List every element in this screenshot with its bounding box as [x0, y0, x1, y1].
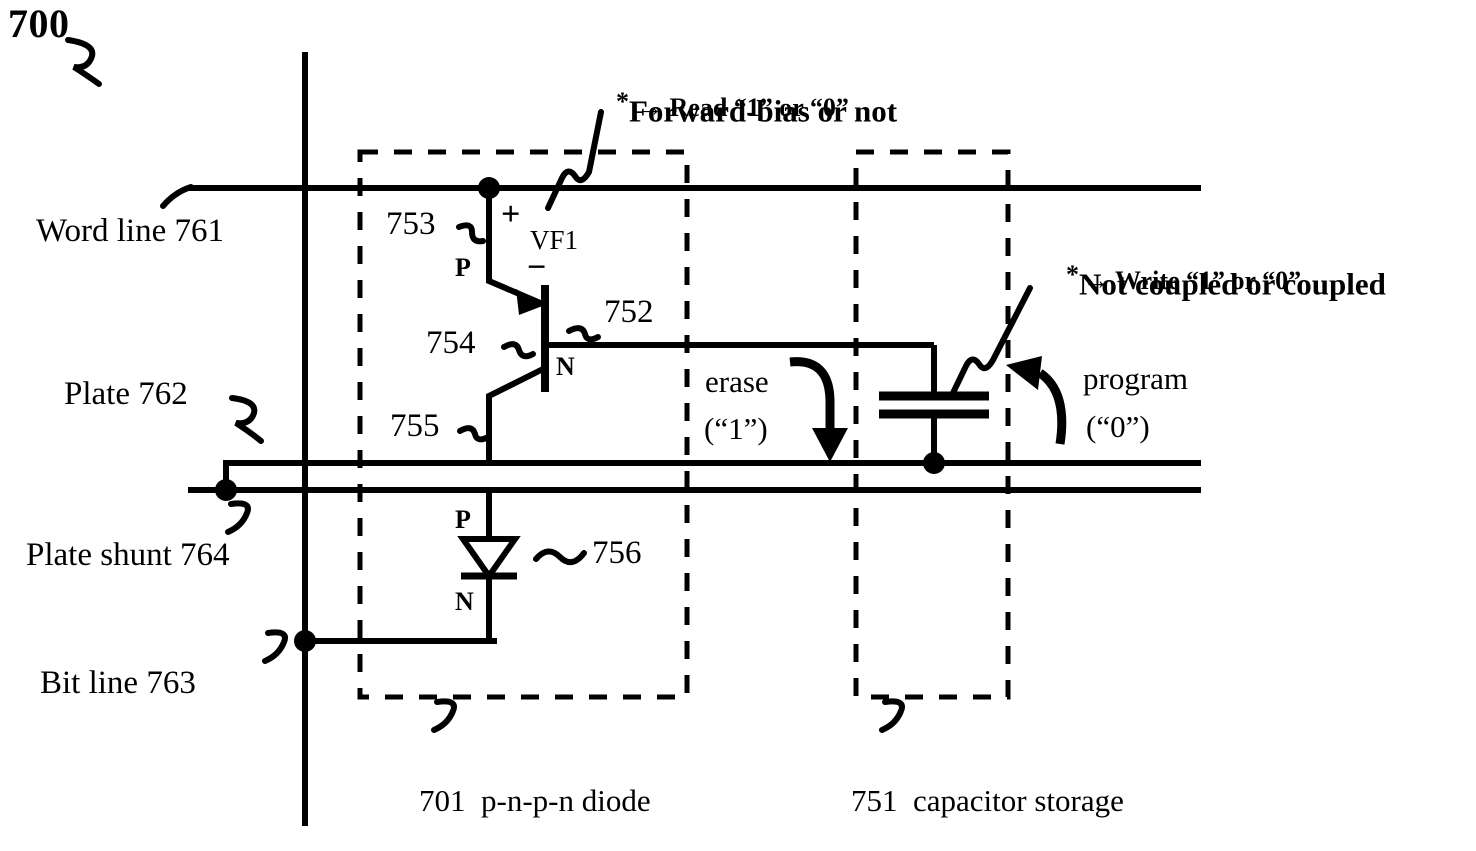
ref-numeral-754: 754 [426, 325, 476, 361]
junction-dot-bit-line [294, 630, 316, 652]
read-note-line2: → Read “1” or “0” [637, 93, 849, 122]
bit-line-label: Bit line 763 [40, 665, 196, 701]
transistor-p-letter: P [455, 253, 471, 282]
patent-figure-700: 700 Word line 761 Plate 762 Plate shunt … [0, 0, 1476, 851]
figure-number: 700 [8, 1, 70, 46]
ref-numeral-752: 752 [604, 294, 654, 330]
lead-squiggle-751-caption [879, 698, 905, 733]
junction-dot-capacitor-plate [923, 452, 945, 474]
erase-arrowhead [812, 428, 848, 462]
erase-label-line2: (“1”) [704, 411, 768, 446]
ref-numeral-755: 755 [390, 408, 440, 444]
junction-dot-plate-shunt [215, 479, 237, 501]
program-label-line2: (“0”) [1086, 409, 1150, 444]
erase-arrow-curve [789, 357, 835, 430]
junction-dot-word-line [478, 177, 500, 199]
storage-device-ref: 751 [851, 783, 898, 819]
diode-triangle-756 [457, 536, 521, 582]
lead-squiggle-754 [501, 341, 536, 360]
lead-squiggle-756 [533, 548, 587, 566]
lead-squiggle-701-caption [431, 698, 457, 733]
erase-label-line1: erase [705, 364, 769, 399]
caption-gap-1 [466, 783, 482, 818]
storage-device-text1: capacitor storage [913, 783, 1124, 819]
lead-squiggle-755 [457, 425, 491, 443]
access-device-ref: 701 [419, 783, 466, 819]
diode-n-letter: N [455, 587, 474, 616]
write-note-leader [949, 285, 1033, 398]
write-note-star: * [1066, 259, 1079, 289]
program-arrowhead [1006, 356, 1042, 390]
storage-device-caption: 751 capacitor storage device [820, 745, 1200, 851]
diode-p-letter: P [455, 505, 471, 534]
lead-squiggle-plate-762 [229, 395, 264, 444]
write-note-line2: → Write “1” or “0” [1083, 266, 1302, 295]
lead-squiggle-word-line [160, 184, 194, 209]
plate-label: Plate 762 [64, 376, 188, 412]
lead-squiggle-700 [65, 37, 102, 87]
caption-gap-2 [898, 783, 914, 818]
read-note-star: * [616, 86, 629, 116]
vf1-plus-sign: + [501, 196, 521, 233]
lead-squiggle-752 [566, 325, 601, 343]
word-line-label: Word line 761 [36, 213, 224, 249]
program-label-line1: program [1083, 361, 1189, 396]
lead-squiggle-bit-line-763 [262, 629, 288, 664]
access-device-text1: p-n-p-n diode [481, 783, 651, 819]
ref-numeral-756: 756 [592, 535, 642, 571]
plate-shunt-label: Plate shunt 764 [26, 537, 230, 573]
plate-762-wire [223, 460, 1201, 490]
ref-numeral-753: 753 [386, 206, 436, 242]
collector-lead-755 [486, 365, 547, 463]
vf1-minus-sign: − [527, 249, 547, 286]
lead-squiggle-plate-shunt-764 [225, 500, 251, 535]
lead-squiggle-753 [456, 222, 486, 245]
program-arrow-curve [1037, 369, 1067, 445]
access-device-caption: 701 p-n-p-n diode access device [388, 745, 718, 851]
transistor-n-letter: N [556, 352, 575, 381]
